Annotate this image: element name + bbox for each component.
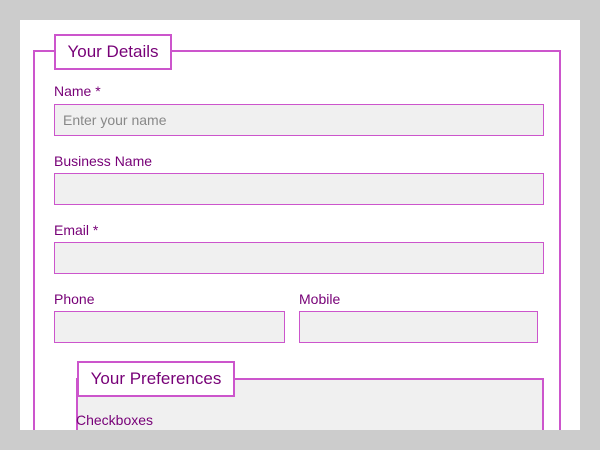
your-preferences-legend-text: Your Preferences (90, 369, 222, 388)
checkboxes-heading: Checkboxes (76, 412, 154, 428)
your-details-legend-text: Your Details (67, 42, 159, 61)
email-label: Email * (54, 222, 99, 238)
your-details-legend: Your Details (54, 34, 172, 70)
form-container: Your Details Name * Business Name Email … (20, 20, 580, 430)
business-name-label: Business Name (54, 153, 153, 169)
business-name-input[interactable] (54, 173, 544, 205)
mobile-input[interactable] (299, 311, 538, 343)
mobile-label: Mobile (299, 291, 341, 307)
your-preferences-legend: Your Preferences (77, 361, 235, 397)
phone-input[interactable] (54, 311, 285, 343)
email-input[interactable] (54, 242, 544, 274)
name-label: Name * (54, 83, 101, 99)
name-input[interactable] (54, 104, 544, 136)
phone-label: Phone (54, 291, 95, 307)
